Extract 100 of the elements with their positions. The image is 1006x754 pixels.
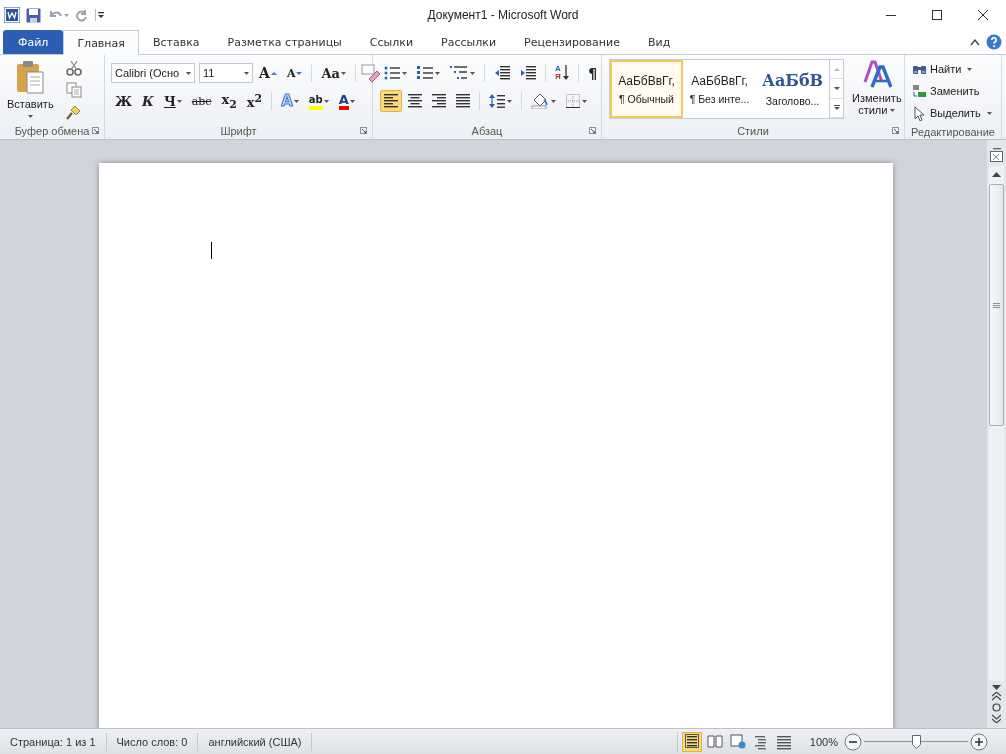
- style-option[interactable]: АаБбВ Заголово...: [756, 60, 829, 118]
- maximize-icon[interactable]: [932, 10, 942, 20]
- ribbon-tab[interactable]: Вставка: [138, 30, 214, 54]
- ruler-toggle-icon[interactable]: [990, 148, 1003, 162]
- font-size-field[interactable]: 11: [199, 63, 253, 83]
- sort-button[interactable]: А Я: [551, 62, 573, 84]
- highlight-button[interactable]: ab: [304, 90, 333, 112]
- ribbon-tab[interactable]: Вид: [633, 30, 685, 54]
- next-page-icon[interactable]: [992, 714, 1001, 723]
- scroll-down-icon[interactable]: [833, 86, 840, 91]
- down-arrow-icon: [562, 65, 569, 81]
- font-name-field[interactable]: Calibri (Осно: [111, 63, 195, 83]
- dialog-launcher-icon[interactable]: [892, 127, 899, 134]
- borders-icon: [566, 94, 580, 108]
- previous-page-icon[interactable]: [992, 692, 1001, 701]
- slider-thumb[interactable]: [911, 734, 921, 749]
- change-styles-button[interactable]: Изменить стили: [848, 58, 906, 122]
- group-label: Редактирование: [911, 125, 995, 138]
- caret-icon: [551, 99, 556, 103]
- caret-icon: [507, 99, 512, 103]
- caret-icon: [176, 99, 182, 103]
- bullets-icon: [384, 66, 400, 80]
- grow-font-button[interactable]: A: [255, 62, 281, 84]
- replace-button[interactable]: Заменить: [908, 80, 996, 102]
- close-icon[interactable]: [978, 10, 988, 20]
- style-option[interactable]: АаБбВвГг, ¶ Обычный: [610, 60, 683, 118]
- collapse-ribbon-icon[interactable]: [970, 38, 980, 46]
- dialog-launcher-icon[interactable]: [360, 127, 367, 134]
- shrink-font-button[interactable]: A: [282, 62, 307, 84]
- cursor-arrow-icon: [912, 105, 927, 121]
- more-styles-icon[interactable]: [833, 105, 840, 111]
- decrease-indent-icon: [494, 66, 510, 80]
- style-option[interactable]: АаБбВвГг, ¶ Без инте...: [683, 60, 756, 118]
- caret-icon: [470, 71, 475, 75]
- clear-formatting-icon[interactable]: [360, 64, 381, 82]
- italic-button[interactable]: К: [138, 90, 158, 112]
- text-cursor: [211, 242, 212, 259]
- change-case-button[interactable]: Aa: [317, 62, 350, 84]
- format-painter-icon[interactable]: [65, 104, 82, 120]
- find-button[interactable]: Найти: [908, 58, 996, 80]
- ribbon-tab[interactable]: Разметка страницы: [213, 30, 356, 54]
- scroll-down-icon[interactable]: [992, 685, 1001, 690]
- arrow-icon: [270, 70, 277, 76]
- cut-icon[interactable]: [65, 60, 82, 76]
- group-label: Буфер обмена: [14, 124, 90, 137]
- shading-icon: [531, 93, 549, 109]
- window-title: Документ1 - Microsoft Word: [427, 8, 579, 22]
- clipboard-icon: [15, 60, 46, 94]
- strikethrough-button[interactable]: abc: [187, 90, 216, 112]
- select-button[interactable]: Выделить: [908, 102, 996, 124]
- browse-object-icon[interactable]: [992, 703, 1001, 712]
- caret-icon: [349, 99, 355, 103]
- font-color-button[interactable]: A: [334, 90, 359, 112]
- file-tab[interactable]: Файл: [3, 30, 64, 54]
- help-icon[interactable]: [986, 34, 1002, 50]
- group-label: Стили: [737, 124, 769, 137]
- multilevel-list-icon: [450, 65, 468, 81]
- caret-icon: [323, 99, 329, 103]
- numbering-icon: [417, 66, 433, 80]
- line-spacing-icon: [489, 94, 505, 108]
- superscript-button[interactable]: x$^{2}$: [242, 90, 267, 112]
- bold-button[interactable]: Ж: [111, 90, 137, 112]
- dialog-launcher-icon[interactable]: [92, 127, 99, 134]
- zoom-in-icon[interactable]: [970, 732, 988, 751]
- caret-icon: [293, 99, 299, 103]
- dialog-launcher-icon[interactable]: [589, 127, 596, 134]
- caret-icon: [244, 71, 249, 75]
- customize-icon[interactable]: [95, 9, 104, 21]
- align-left-button[interactable]: [380, 90, 402, 112]
- ribbon-tab[interactable]: Рассылки: [427, 30, 511, 54]
- zoom-level[interactable]: 100%: [809, 735, 838, 748]
- replace-icon: [912, 83, 927, 99]
- underline-button[interactable]: Ч: [159, 90, 186, 112]
- increase-indent-icon: [520, 66, 536, 80]
- paste-button[interactable]: Вставить: [3, 58, 58, 122]
- subscript-button[interactable]: x$_{2}$: [217, 90, 241, 112]
- print-view-button[interactable]: [681, 731, 702, 752]
- redo-icon[interactable]: [75, 8, 89, 22]
- caret-icon: [402, 71, 407, 75]
- status-text[interactable]: английский (США): [198, 732, 313, 751]
- caret-icon: [582, 99, 587, 103]
- ribbon-tab[interactable]: Рецензирование: [510, 30, 634, 54]
- scroll-up-icon[interactable]: [992, 172, 1001, 177]
- letters-icon: [861, 60, 892, 88]
- caret-icon: [435, 71, 440, 75]
- caret-icon: [27, 115, 33, 118]
- app-logo-icon[interactable]: [4, 7, 20, 23]
- caret-icon: [340, 71, 346, 75]
- ribbon-tab[interactable]: Ссылки: [355, 30, 428, 54]
- caret-icon: [186, 71, 191, 75]
- save-icon[interactable]: [26, 7, 41, 23]
- show-marks-button[interactable]: ¶: [583, 62, 602, 84]
- zoom-out-icon[interactable]: [844, 732, 862, 751]
- scrollbar-thumb[interactable]: [989, 184, 1004, 426]
- caret-icon: [890, 108, 896, 112]
- group-label: Абзац: [471, 124, 503, 137]
- status-text[interactable]: Число слов: 0: [106, 732, 199, 751]
- status-text[interactable]: Страница: 1 из 1: [0, 732, 107, 751]
- ribbon-tab[interactable]: Главная: [63, 30, 139, 55]
- arrow-icon: [296, 70, 303, 76]
